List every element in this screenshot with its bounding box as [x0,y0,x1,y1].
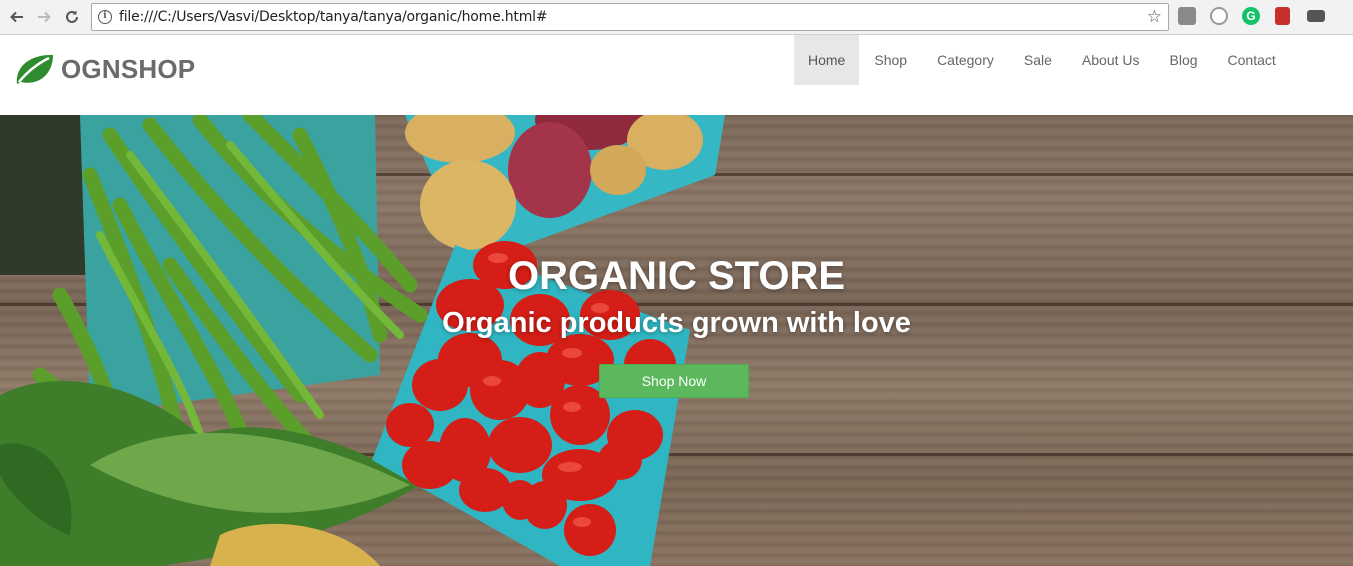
menu-item-contact[interactable]: Contact [1213,35,1291,85]
info-icon[interactable]: i [98,10,112,24]
reload-icon [66,10,78,23]
skype-icon[interactable] [1210,7,1228,25]
arrow-right-icon [38,11,51,23]
shop-now-button[interactable]: Shop Now [599,364,749,398]
url-text[interactable]: file:///C:/Users/Vasvi/Desktop/tanya/tan… [119,9,548,25]
forward-button[interactable] [33,6,55,28]
browser-toolbar: i file:///C:/Users/Vasvi/Desktop/tanya/t… [0,0,1353,35]
grammarly-icon[interactable]: G [1242,7,1260,25]
extension-dark-icon[interactable] [1307,10,1325,22]
extension-gray-icon[interactable] [1178,7,1196,25]
menu-item-about-us[interactable]: About Us [1067,35,1155,85]
site-header: OGNSHOP Home Shop Category Sale About Us… [0,35,1353,115]
hero-title: ORGANIC STORE [507,254,846,298]
arrow-left-icon [10,11,23,23]
bookmark-star-icon[interactable]: ☆ [1147,7,1162,27]
site-logo[interactable]: OGNSHOP [13,52,195,86]
main-menu: Home Shop Category Sale About Us Blog Co… [794,35,1291,85]
hero-subtitle: Organic products grown with love [442,307,911,339]
back-button[interactable] [6,6,28,28]
reload-button[interactable] [61,6,83,28]
address-bar[interactable]: i file:///C:/Users/Vasvi/Desktop/tanya/t… [91,3,1169,31]
logo-text: OGNSHOP [61,53,196,84]
leaf-icon [16,54,54,84]
vegetables-image [0,115,725,566]
menu-item-blog[interactable]: Blog [1155,35,1213,85]
menu-item-home[interactable]: Home [794,35,860,85]
menu-item-sale[interactable]: Sale [1009,35,1067,85]
menu-item-category[interactable]: Category [922,35,1009,85]
menu-item-shop[interactable]: Shop [859,35,922,85]
hero-banner: ORGANIC STORE Organic products grown wit… [0,115,1353,566]
bookmark-red-icon[interactable] [1275,7,1290,25]
